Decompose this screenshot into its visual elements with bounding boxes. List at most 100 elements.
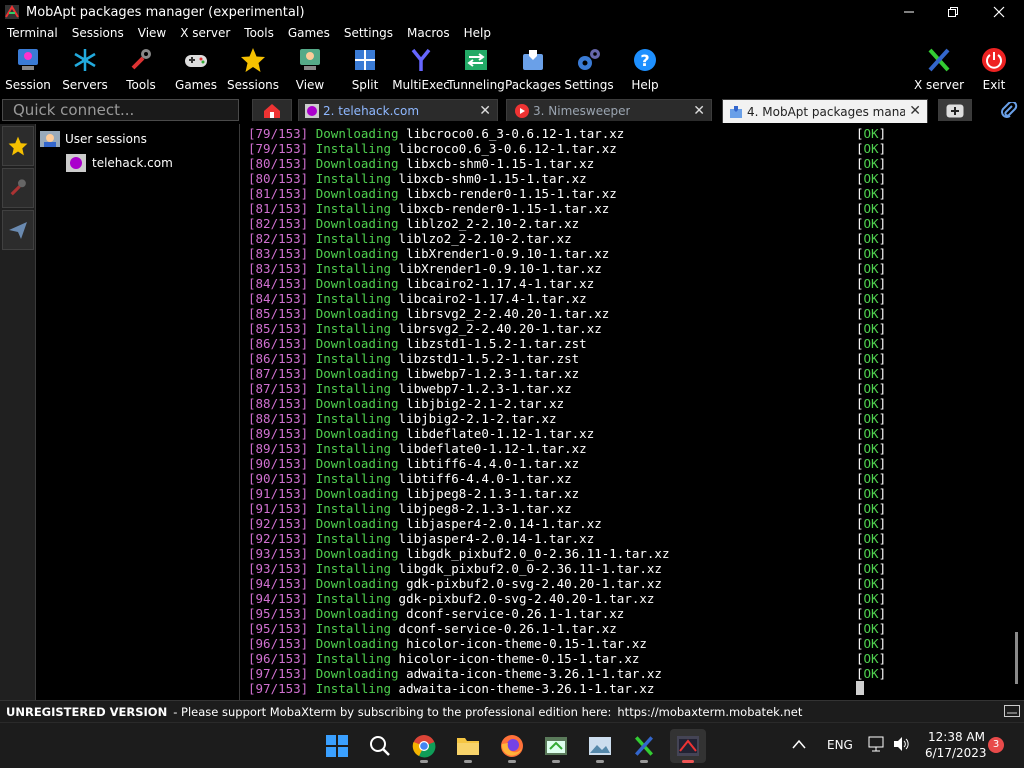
view-icon	[300, 49, 320, 70]
menu-settings[interactable]: Settings	[337, 26, 400, 40]
tab-mobapt[interactable]: 4. MobApt packages manager ✕	[722, 99, 928, 123]
help-button[interactable]: ? Help	[628, 44, 662, 96]
terminal-app-taskbar-button[interactable]	[538, 729, 574, 763]
tab-nimesweeper[interactable]: 3. Nimesweeper ✕	[506, 99, 712, 121]
help-icon: ?	[634, 49, 656, 71]
servers-button[interactable]: Servers	[62, 44, 108, 96]
split-button[interactable]: Split	[348, 44, 382, 96]
menu-terminal[interactable]: Terminal	[0, 26, 65, 40]
menu-tools[interactable]: Tools	[237, 26, 281, 40]
menu-games[interactable]: Games	[281, 26, 337, 40]
x-server-button[interactable]: X server	[914, 44, 964, 96]
running-indicator	[464, 760, 472, 763]
svg-text:?: ?	[640, 51, 649, 70]
tunneling-icon	[465, 50, 487, 70]
language-indicator[interactable]: ENG	[827, 738, 853, 752]
exit-button[interactable]: Exit	[976, 44, 1012, 96]
package-name: libcroco0.6_3-0.6.12-1.tar.xz	[398, 141, 617, 156]
terminal-line: [89/153] Downloading libdeflate0-1.12-1.…	[248, 426, 886, 441]
action-label: Installing	[315, 681, 392, 696]
status-ok: [OK]	[856, 591, 887, 606]
settings-button[interactable]: Settings	[564, 44, 614, 96]
terminal-scrollbar[interactable]	[1013, 124, 1024, 700]
ok-text: OK	[863, 471, 879, 486]
tunneling-button[interactable]: Tunneling	[447, 44, 505, 96]
close-tab-icon[interactable]: ✕	[479, 103, 491, 119]
status-ok: [OK]	[856, 126, 887, 141]
close-tab-icon[interactable]: ✕	[909, 103, 921, 119]
restore-button[interactable]	[930, 0, 976, 24]
running-indicator	[508, 760, 516, 763]
status-ok: [OK]	[856, 261, 887, 276]
close-tab-icon[interactable]: ✕	[693, 103, 705, 119]
terminal-cursor	[856, 681, 864, 695]
mobaxterm-taskbar-button[interactable]	[670, 729, 706, 763]
start-button[interactable]	[319, 729, 355, 763]
menu-macros[interactable]: Macros	[400, 26, 457, 40]
session-button[interactable]: Session	[5, 44, 51, 96]
view-button[interactable]: View	[292, 44, 328, 96]
x-server-taskbar-button[interactable]	[626, 729, 662, 763]
clock-time[interactable]: 12:38 AM	[928, 730, 985, 744]
action-label: Downloading	[315, 216, 399, 231]
scrollbar-thumb[interactable]	[1015, 632, 1018, 684]
packages-button[interactable]: Packages	[505, 44, 561, 96]
terminal-line: [91/153] Installing libjpeg8-2.1.3-1.tar…	[248, 501, 886, 516]
home-tab[interactable]	[252, 99, 292, 121]
terminal-line: [86/153] Installing libzstd1-1.5.2-1.tar…	[248, 351, 886, 366]
menu-x-server[interactable]: X server	[173, 26, 237, 40]
status-ok: [OK]	[856, 381, 887, 396]
tools-button[interactable]: Tools	[122, 44, 160, 96]
close-window-button[interactable]	[976, 0, 1022, 24]
tab-telehack[interactable]: 2. telehack.com ✕	[298, 99, 498, 121]
search-button[interactable]	[362, 729, 398, 763]
terminal-line: [88/153] Installing libjbig2-2.1-2.tar.x…	[248, 411, 886, 426]
games-button[interactable]: Games	[175, 44, 217, 96]
network-button[interactable]	[868, 735, 886, 756]
minimize-button[interactable]	[886, 0, 932, 24]
mobatek-link[interactable]: https://mobaxterm.mobatek.net	[617, 705, 802, 719]
tools-sidebar-tab[interactable]	[2, 168, 34, 208]
action-label: Installing	[315, 531, 392, 546]
restore-icon	[948, 7, 958, 17]
show-hidden-icons-button[interactable]	[792, 738, 806, 752]
package-name: adwaita-icon-theme-3.26.1-1.tar.xz	[406, 666, 662, 681]
terminal-output[interactable]: [79/153] Downloading libcroco0.6_3-0.6.1…	[242, 124, 1018, 700]
sessions-sidebar-tab[interactable]	[2, 126, 34, 166]
send-icon	[9, 222, 27, 239]
menu-sessions[interactable]: Sessions	[65, 26, 131, 40]
terminal-line: [97/153] Downloading adwaita-icon-theme-…	[248, 666, 886, 681]
session-item-telehack[interactable]: telehack.com	[66, 154, 173, 172]
ok-text: OK	[863, 156, 879, 171]
macros-sidebar-tab[interactable]	[2, 210, 34, 250]
quick-connect-input[interactable]: Quick connect...	[2, 99, 239, 121]
ok-text: OK	[863, 636, 879, 651]
firefox-taskbar-button[interactable]	[494, 729, 530, 763]
menu-view[interactable]: View	[131, 26, 173, 40]
status-ok: [OK]	[856, 621, 887, 636]
home-icon	[264, 103, 280, 118]
user-sessions-folder[interactable]: User sessions	[40, 130, 147, 148]
session-icon	[18, 49, 38, 70]
file-explorer-taskbar-button[interactable]	[450, 729, 486, 763]
image-viewer-taskbar-button[interactable]	[582, 729, 618, 763]
ok-text: OK	[863, 276, 879, 291]
progress-counter: [97/153]	[248, 681, 309, 696]
ok-text: OK	[863, 216, 879, 231]
multiexec-button[interactable]: MultiExec	[392, 44, 450, 96]
keyboard-icon[interactable]	[1004, 705, 1020, 717]
sessions-button[interactable]: Sessions	[227, 44, 279, 96]
ok-text: OK	[863, 501, 879, 516]
telehack-icon	[305, 103, 319, 118]
status-ok: [OK]	[856, 321, 887, 336]
clock-date[interactable]: 6/17/2023	[925, 746, 987, 760]
attach-button[interactable]	[1000, 100, 1018, 123]
active-indicator	[682, 760, 694, 763]
new-tab-button[interactable]	[938, 99, 972, 121]
volume-button[interactable]	[892, 735, 910, 756]
chrome-taskbar-button[interactable]	[406, 729, 442, 763]
menu-help[interactable]: Help	[457, 26, 498, 40]
status-ok: [OK]	[856, 186, 887, 201]
notification-badge[interactable]: 3	[988, 737, 1004, 753]
terminal-line: [84/153] Installing libcairo2-1.17.4-1.t…	[248, 291, 886, 306]
